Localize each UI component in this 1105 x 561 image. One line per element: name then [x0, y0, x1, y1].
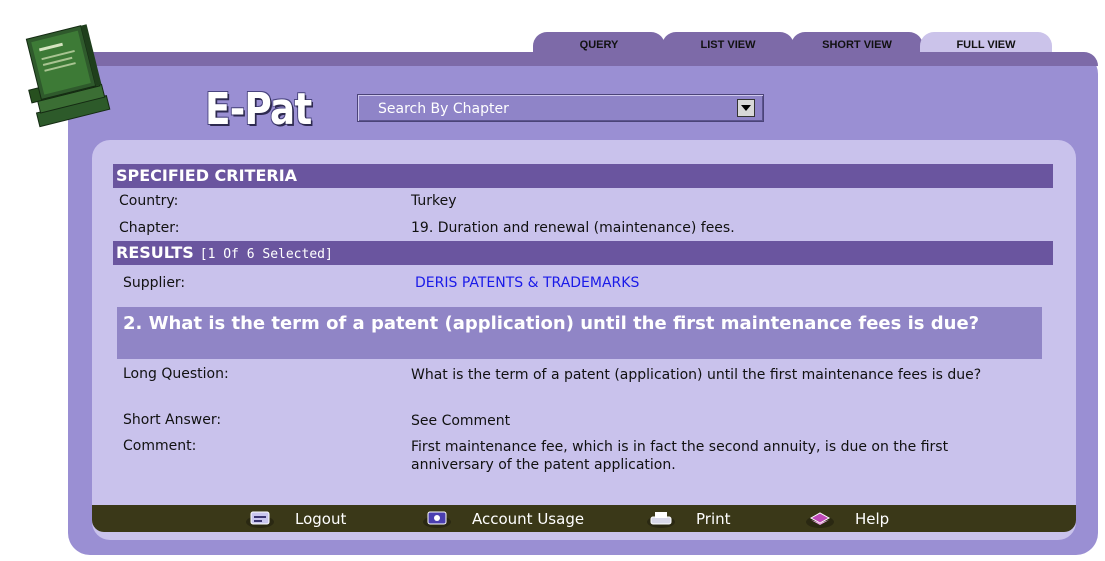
account-usage-label: Account Usage	[472, 509, 585, 528]
logout-label: Logout	[295, 509, 347, 528]
logout-icon	[246, 511, 274, 528]
account-usage-button[interactable]: Account Usage	[422, 505, 584, 532]
long-question-label: Long Question:	[123, 366, 229, 382]
long-question-value: What is the term of a patent (applicatio…	[411, 367, 982, 383]
short-answer-value: See Comment	[411, 413, 511, 429]
help-book-icon	[806, 511, 834, 528]
question-title: 2. What is the term of a patent (applica…	[117, 307, 1042, 359]
criteria-heading: SPECIFIED CRITERIA	[113, 164, 1053, 188]
books-logo-icon	[25, 24, 111, 128]
comment-value: First maintenance fee, which is in fact …	[411, 439, 949, 473]
country-label: Country:	[119, 193, 179, 209]
brand-title: E-Pat	[205, 84, 312, 135]
supplier-label: Supplier:	[123, 275, 186, 291]
account-usage-icon	[423, 511, 451, 528]
search-select-value: Search By Chapter	[378, 101, 509, 117]
print-icon	[647, 511, 675, 528]
comment-label: Comment:	[123, 438, 197, 454]
dropdown-arrow-icon[interactable]	[737, 99, 755, 117]
supplier-link[interactable]: DERIS PATENTS & TRADEMARKS	[415, 275, 639, 291]
logout-button[interactable]: Logout	[245, 505, 346, 532]
frame-top-band	[68, 52, 1098, 66]
country-value: Turkey	[411, 193, 457, 209]
print-label: Print	[696, 509, 731, 528]
results-selection-count: [1 Of 6 Selected]	[199, 247, 333, 262]
help-label: Help	[855, 509, 890, 528]
help-button[interactable]: Help	[805, 505, 889, 532]
results-heading-label: RESULTS	[116, 243, 194, 262]
results-heading: RESULTS [1 Of 6 Selected]	[113, 241, 1053, 265]
chapter-value: 19. Duration and renewal (maintenance) f…	[411, 220, 735, 236]
print-button[interactable]: Print	[646, 505, 731, 532]
search-select[interactable]: Search By Chapter	[357, 94, 764, 122]
chapter-label: Chapter:	[119, 220, 180, 236]
short-answer-label: Short Answer:	[123, 412, 222, 428]
